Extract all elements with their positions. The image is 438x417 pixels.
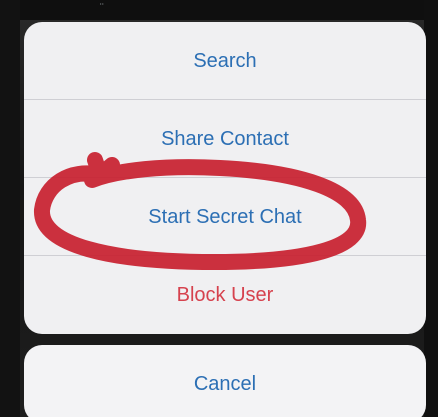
cancel-button-label: Cancel bbox=[193, 372, 257, 395]
block-user-action-label: Block User bbox=[176, 283, 274, 306]
start-secret-chat-action[interactable]: Start Secret Chat bbox=[24, 178, 426, 256]
search-action-label: Search bbox=[193, 49, 257, 72]
action-sheet: Search Share Contact Start Secret Chat B… bbox=[24, 22, 426, 334]
cancel-button[interactable]: Cancel bbox=[24, 345, 426, 417]
right-edge bbox=[424, 0, 438, 417]
start-secret-chat-action-label: Start Secret Chat bbox=[148, 205, 302, 228]
share-contact-action[interactable]: Share Contact bbox=[24, 100, 426, 178]
left-edge bbox=[0, 0, 20, 417]
status-bar-strip: ¨ bbox=[0, 0, 438, 20]
status-glyph: ¨ bbox=[100, 2, 104, 14]
block-user-action[interactable]: Block User bbox=[24, 256, 426, 334]
share-contact-action-label: Share Contact bbox=[161, 127, 289, 150]
search-action[interactable]: Search bbox=[24, 22, 426, 100]
